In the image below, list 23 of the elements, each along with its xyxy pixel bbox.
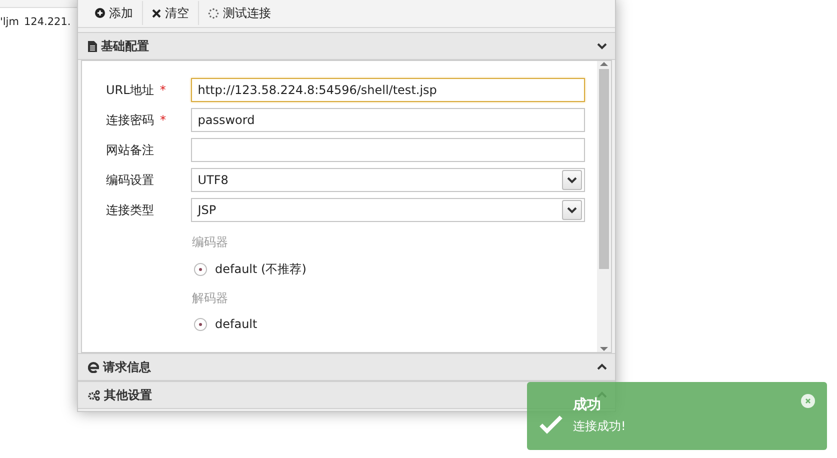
input-field[interactable]: password (190, 108, 585, 132)
required-mark: * (160, 112, 166, 126)
field-label: 编码设置 (106, 172, 154, 186)
table-cell: 'ljm (0, 16, 19, 28)
section-header[interactable]: 请求信息 (78, 353, 615, 381)
field-label: URL地址 (106, 82, 154, 96)
required-mark: * (160, 82, 166, 96)
toolbar-button[interactable]: 清空 (143, 1, 199, 25)
input-field[interactable]: http://123.58.224.8:54596/shell/test.jsp (190, 78, 585, 102)
field-label: 连接密码 (106, 112, 154, 126)
field-label: 网站备注 (106, 142, 154, 156)
radio-option[interactable]: default (不推荐) (192, 255, 306, 284)
group-title: 解码器 (192, 290, 228, 307)
toolbar-button[interactable]: 添加 (86, 1, 143, 25)
table-cell: 124.221. (24, 16, 71, 28)
group-title: 编码器 (192, 234, 228, 251)
toast-message: 连接成功! (573, 418, 627, 435)
select-field[interactable]: JSP (190, 198, 585, 222)
field-label: 连接类型 (106, 202, 154, 216)
toolbar-button[interactable]: 测试连接 (199, 1, 280, 25)
radio-option[interactable]: default (192, 311, 258, 337)
select-field[interactable]: UTF8 (190, 168, 585, 192)
section-header[interactable]: 基础配置 (78, 32, 615, 60)
